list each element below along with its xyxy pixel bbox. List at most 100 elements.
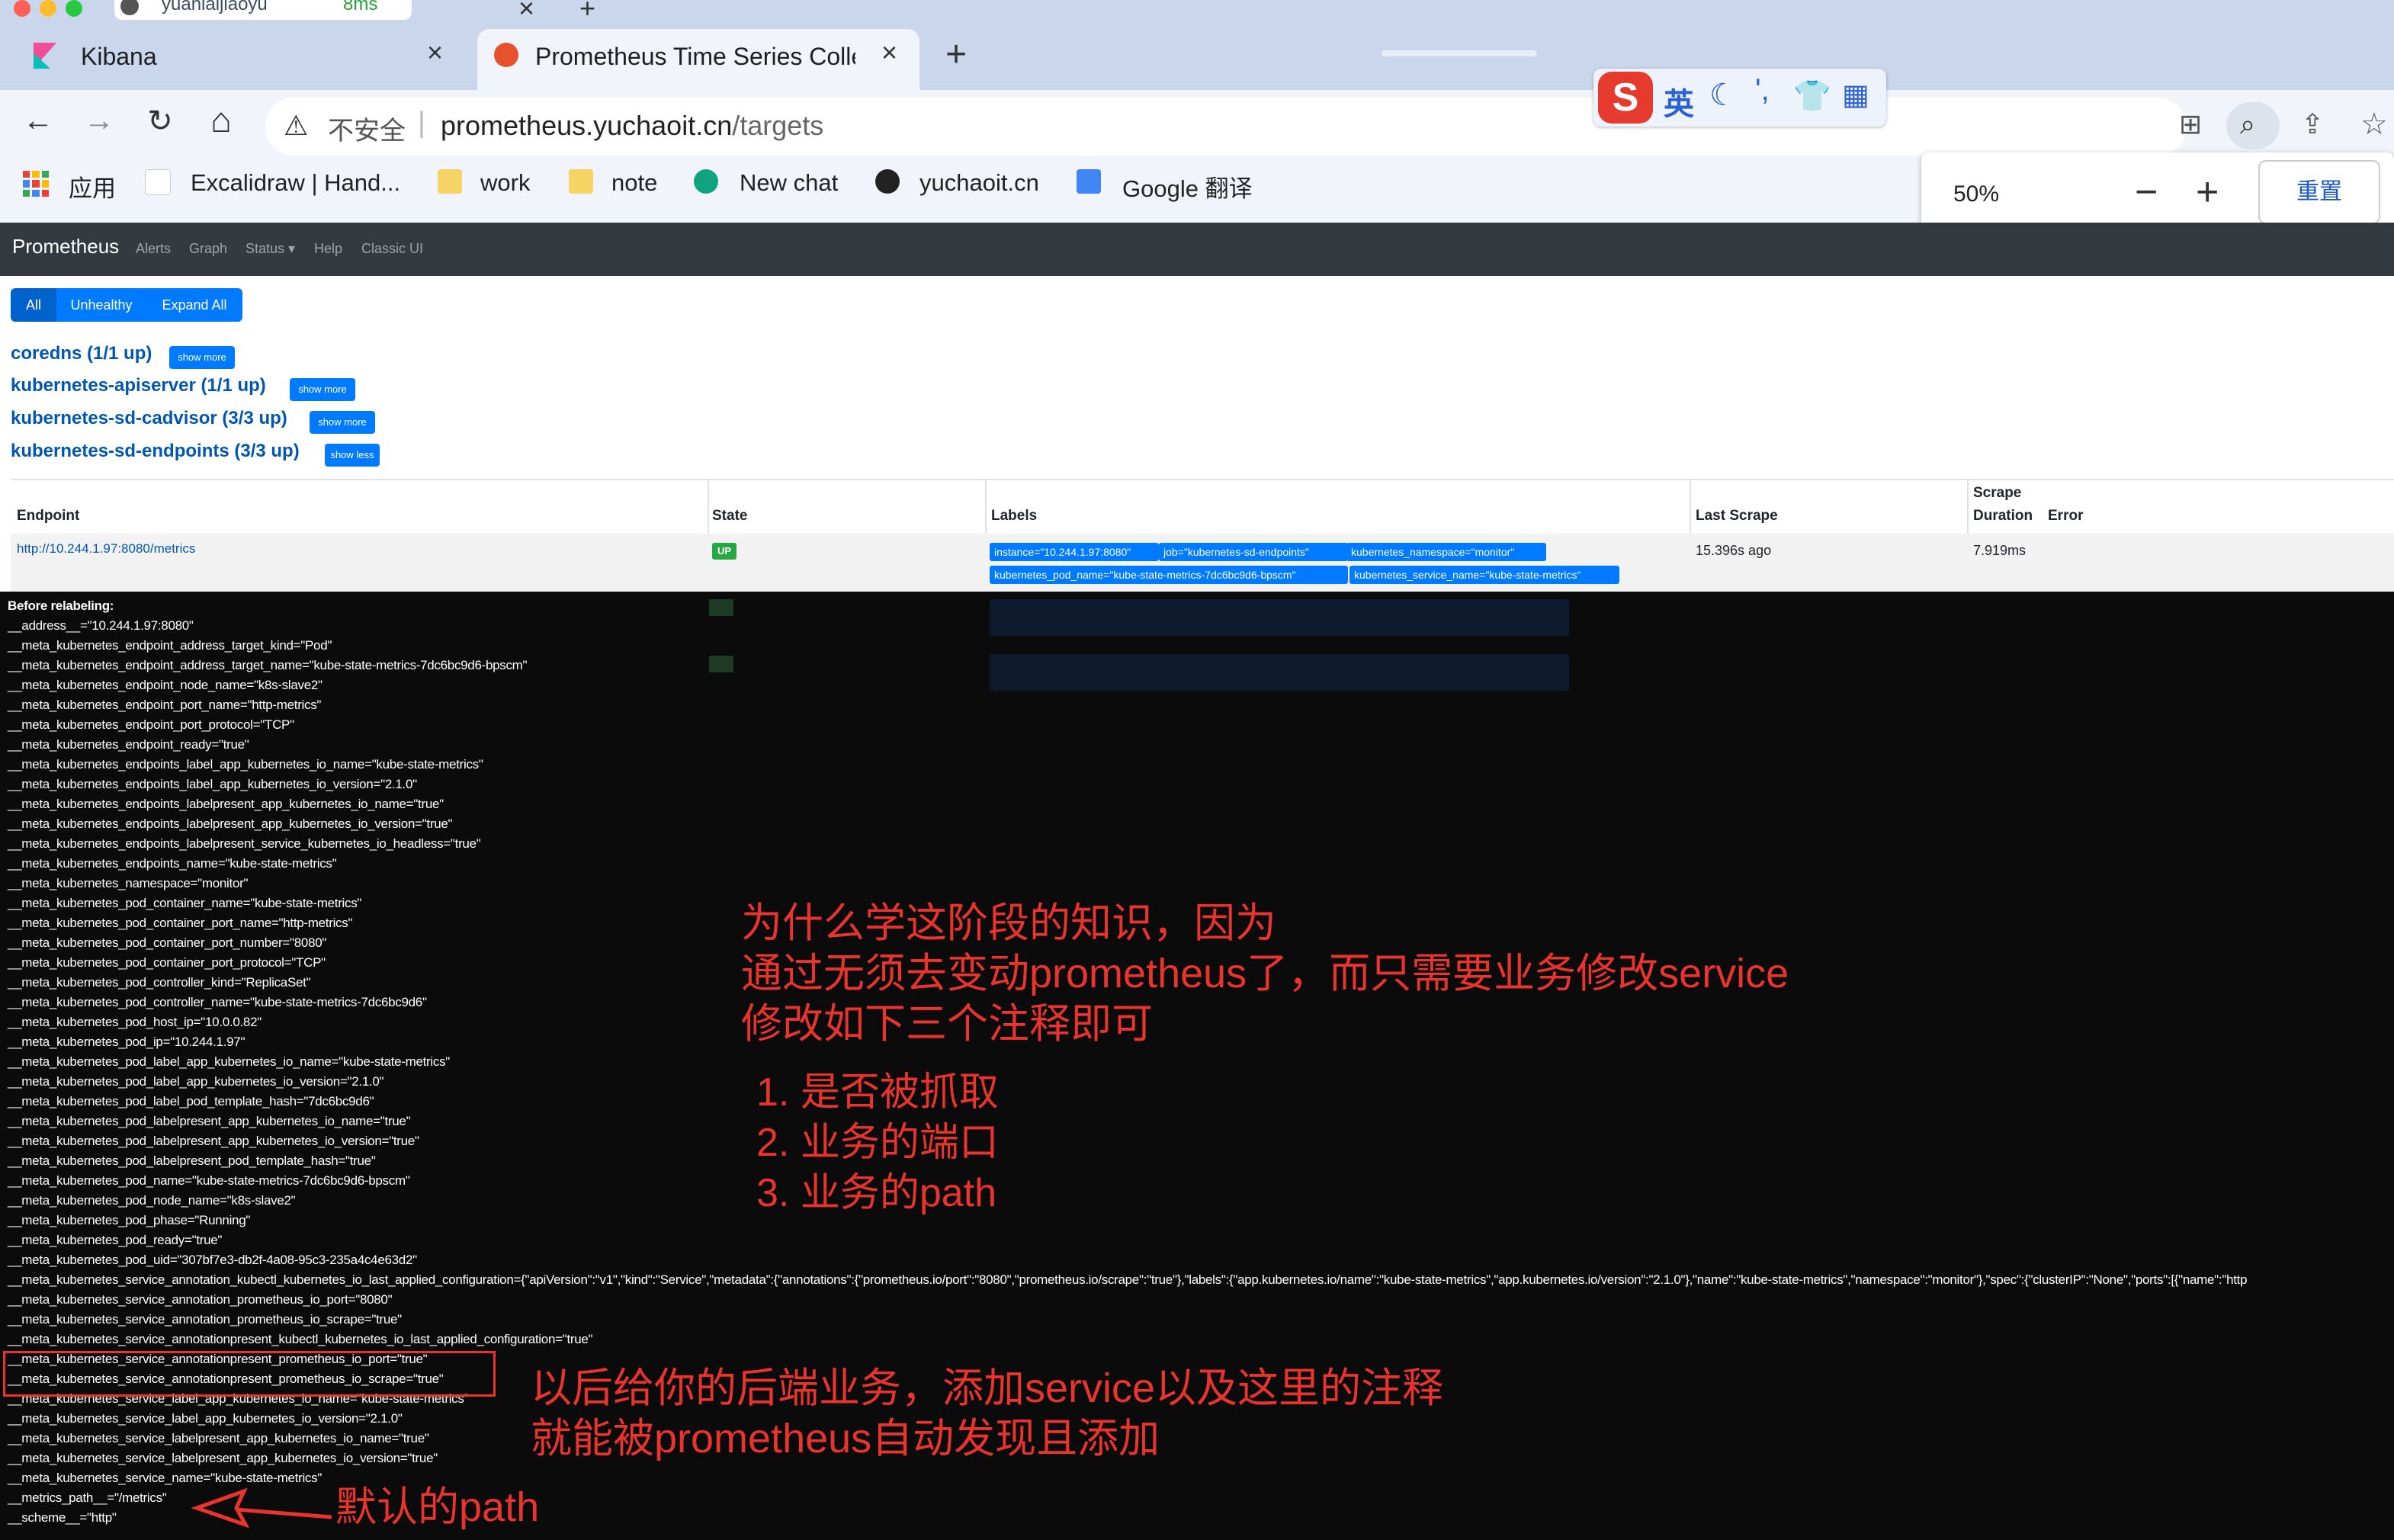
- back-button[interactable]: ←: [15, 104, 61, 138]
- label-badge: kubernetes_namespace="monitor": [1346, 543, 1546, 561]
- tab-prometheus[interactable]: Prometheus Time Series Colle ×: [477, 29, 919, 90]
- ping-label: 8ms: [343, 0, 378, 14]
- reload-button[interactable]: ↻: [137, 104, 183, 139]
- minimize-window-icon[interactable]: [40, 0, 56, 17]
- relabel-line: __meta_kubernetes_pod_uid="307bf7e3-db2f…: [8, 1253, 417, 1267]
- home-button[interactable]: ⌂: [198, 99, 244, 140]
- relabel-line: __meta_kubernetes_pod_label_app_kubernet…: [8, 1054, 451, 1069]
- annotation-default-path: 默认的path: [335, 1484, 540, 1530]
- header-state: State: [712, 508, 748, 524]
- state-badge: UP: [712, 543, 736, 560]
- tab-kibana[interactable]: Kibana ×: [15, 29, 465, 90]
- filter-unhealthy-button[interactable]: Unhealthy: [56, 288, 146, 322]
- relabel-line: __meta_kubernetes_endpoints_name="kube-s…: [8, 856, 337, 871]
- prometheus-navbar: Prometheus Alerts Graph Status ▾ Help Cl…: [0, 223, 2394, 276]
- zoom-level: 50%: [1953, 181, 2000, 207]
- relabel-line: __meta_kubernetes_endpoint_port_protocol…: [8, 717, 294, 732]
- bookmark-apps[interactable]: 应用: [69, 169, 116, 204]
- last-scrape-value: 15.396s ago: [1696, 543, 1772, 558]
- faded-state-badge: [709, 599, 733, 616]
- translate-icon[interactable]: ⊞: [2179, 108, 2202, 140]
- bookmark-work[interactable]: work: [480, 169, 530, 197]
- maximize-window-icon[interactable]: [66, 0, 82, 17]
- filter-all-button[interactable]: All: [11, 288, 56, 322]
- arrow-icon: [191, 1487, 332, 1529]
- relabel-line: __meta_kubernetes_pod_label_app_kubernet…: [8, 1074, 384, 1089]
- apps-icon[interactable]: [23, 171, 49, 197]
- nav-alerts[interactable]: Alerts: [136, 241, 171, 257]
- skin-icon[interactable]: 👕: [1793, 78, 1831, 114]
- relabel-line: __meta_kubernetes_service_annotationpres…: [8, 1332, 593, 1346]
- relabel-line: __meta_kubernetes_endpoint_ready="true": [8, 737, 249, 752]
- close-window-icon[interactable]: [14, 0, 30, 17]
- drag-handle[interactable]: [1382, 50, 1537, 56]
- faded-state-badge: [709, 656, 733, 672]
- relabel-line: __meta_kubernetes_namespace="monitor": [8, 876, 249, 890]
- forward-button[interactable]: →: [76, 104, 122, 138]
- header-duration: Duration: [1973, 508, 2033, 524]
- zoom-in-button[interactable]: +: [2196, 169, 2219, 215]
- nav-graph[interactable]: Graph: [189, 241, 227, 257]
- ime-mode[interactable]: 英: [1664, 79, 1694, 124]
- relabel-line: __meta_kubernetes_service_annotation_pro…: [8, 1312, 402, 1327]
- share-icon[interactable]: ⇪: [2301, 108, 2324, 140]
- relabel-line: __meta_kubernetes_endpoints_labelpresent…: [8, 797, 444, 811]
- endpoint-link[interactable]: http://10.244.1.97:8080/metrics: [17, 541, 195, 557]
- tab-close-icon[interactable]: ×: [427, 37, 443, 69]
- brand-link[interactable]: Prometheus: [12, 235, 119, 258]
- annotation-list-item: 1. 是否被抓取: [756, 1070, 999, 1115]
- job-link[interactable]: kubernetes-sd-endpoints (3/3 up): [11, 441, 300, 462]
- zoom-out-button[interactable]: −: [2135, 169, 2158, 215]
- bookmark-yuchaoit[interactable]: yuchaoit.cn: [919, 169, 1039, 197]
- globe-icon: [875, 169, 900, 194]
- show-more-button[interactable]: show more: [310, 411, 375, 434]
- show-more-button[interactable]: show more: [169, 346, 235, 369]
- prometheus-icon: [494, 43, 518, 67]
- tab-close-icon[interactable]: ×: [881, 37, 897, 69]
- punctuation-icon[interactable]: ',: [1755, 73, 1770, 107]
- nav-status[interactable]: Status ▾: [245, 241, 295, 257]
- relabel-line: __meta_kubernetes_endpoint_address_targe…: [8, 638, 332, 653]
- address-bar[interactable]: ⚠ 不安全 | prometheus.yuchaoit.cn/targets: [265, 98, 2187, 156]
- security-label[interactable]: 不安全: [328, 110, 406, 147]
- os-tab[interactable]: yuanlaijiaoyu 8ms: [114, 0, 412, 20]
- zoom-reset-button[interactable]: 重置: [2258, 160, 2380, 224]
- job-link[interactable]: kubernetes-sd-cadvisor (3/3 up): [11, 408, 287, 429]
- url-text[interactable]: prometheus.yuchaoit.cn/targets: [441, 110, 823, 142]
- annotation-later-line1: 以后给你的后端业务，添加service以及这里的注释: [531, 1365, 1444, 1411]
- annotation-list-item: 3. 业务的path: [756, 1171, 997, 1215]
- relabel-line: __meta_kubernetes_endpoints_label_app_ku…: [8, 777, 417, 791]
- highlight-box: [3, 1351, 496, 1397]
- relabel-line: __meta_kubernetes_pod_name="kube-state-m…: [8, 1173, 410, 1188]
- new-tab-button[interactable]: +: [945, 34, 967, 75]
- folder-icon: [438, 169, 462, 194]
- kibana-icon: [34, 43, 56, 69]
- show-less-button[interactable]: show less: [325, 444, 380, 467]
- magnifier-icon: ⌕: [2240, 108, 2256, 140]
- zoom-button[interactable]: ⌕: [2226, 102, 2280, 149]
- expand-all-button[interactable]: Expand All: [146, 288, 242, 322]
- bookmark-google-translate[interactable]: Google 翻译: [1122, 169, 1253, 204]
- job-link[interactable]: kubernetes-apiserver (1/1 up): [11, 375, 266, 396]
- relabel-line: __meta_kubernetes_service_annotation_kub…: [8, 1272, 2248, 1287]
- toolbox-icon[interactable]: ▦: [1842, 78, 1869, 112]
- bookmark-new-chat[interactable]: New chat: [740, 169, 838, 197]
- bookmark-excalidraw[interactable]: Excalidraw | Hand...: [191, 169, 400, 197]
- annotation-why-line1: 为什么学这阶段的知识，因为: [741, 900, 1276, 946]
- ime-toolbar[interactable]: S 英 ☾ ', 👕 ▦: [1593, 69, 1886, 127]
- scrape-duration-value: 7.919ms: [1973, 543, 2027, 558]
- sogou-logo-icon: S: [1598, 72, 1653, 124]
- bookmark-note[interactable]: note: [611, 169, 657, 197]
- nav-help[interactable]: Help: [314, 241, 342, 257]
- header-last-scrape: Last Scrape: [1696, 508, 1778, 524]
- label-badge: job="kubernetes-sd-endpoints": [1159, 543, 1348, 561]
- nav-classic-ui[interactable]: Classic UI: [361, 241, 423, 257]
- header-labels: Labels: [991, 508, 1038, 524]
- moon-icon[interactable]: ☾: [1709, 78, 1737, 113]
- relabel-line: __meta_kubernetes_pod_label_pod_template…: [8, 1094, 374, 1108]
- show-more-button[interactable]: show more: [290, 378, 355, 401]
- star-icon[interactable]: ☆: [2360, 107, 2388, 142]
- chatgpt-icon: [694, 169, 718, 194]
- relabel-line: __meta_kubernetes_pod_node_name="k8s-sla…: [8, 1193, 296, 1208]
- job-link[interactable]: coredns (1/1 up): [11, 343, 152, 364]
